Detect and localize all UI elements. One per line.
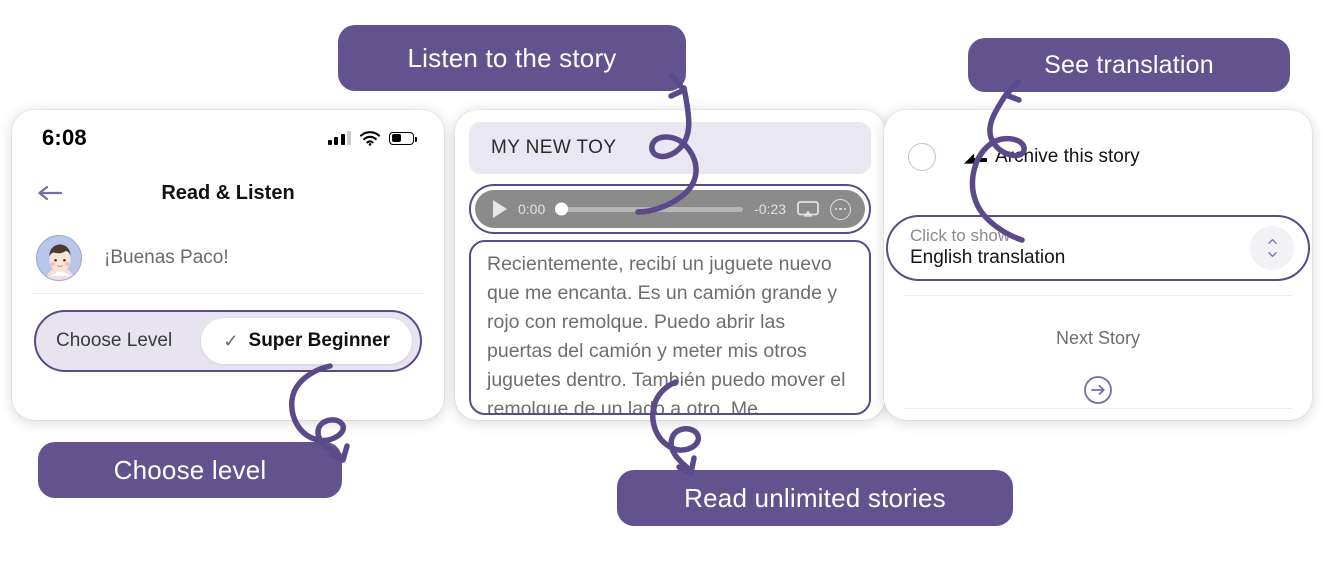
cellular-bars-icon (327, 131, 351, 145)
arrow-left-icon[interactable] (36, 183, 64, 203)
navigation-bar: Read & Listen (12, 166, 444, 220)
battery-icon (389, 131, 417, 145)
audio-progress-slider[interactable] (555, 202, 744, 216)
chevron-up-down-icon[interactable] (1250, 226, 1294, 270)
archive-story-row[interactable]: ◢▬ Archive this story (884, 132, 1312, 182)
audio-progress-knob[interactable] (555, 202, 569, 216)
divider (904, 295, 1292, 296)
choose-level-label: Choose Level (56, 330, 173, 351)
greeting-row: ¡Buenas Paco! (12, 227, 444, 289)
story-title: MY NEW TOY (491, 137, 617, 158)
more-options-icon[interactable] (830, 198, 851, 220)
status-clock: 6:08 (42, 125, 87, 150)
status-icon-group (327, 130, 417, 146)
play-icon[interactable] (493, 200, 507, 218)
callout-choose-level: Choose level (38, 442, 342, 498)
airplay-icon[interactable] (797, 200, 819, 218)
choose-level-row[interactable]: Choose Level ✓ Super Beginner (34, 310, 422, 372)
translation-text-group: Click to show English translation (910, 225, 1066, 270)
audio-player-highlight: 0:00 -0:23 (469, 184, 871, 234)
audio-remaining-time: -0:23 (754, 201, 786, 217)
divider (904, 408, 1292, 409)
archive-label-group: ◢▬ Archive this story (964, 146, 1140, 168)
arrow-right-circle-icon[interactable] (1083, 375, 1113, 405)
wifi-icon (360, 130, 380, 146)
phone-card-read-listen: 6:08 Read & Listen ¡Buenas Paco! Choose … (12, 110, 444, 420)
page-title: Read & Listen (161, 181, 295, 204)
callout-listen-to-the-story: Listen to the story (338, 25, 686, 91)
story-text-box[interactable]: Recientemente, recibí un juguete nuevo q… (469, 240, 871, 415)
phone-card-story: MY NEW TOY 0:00 -0:23 Recientemente, rec… (455, 110, 885, 420)
user-avatar[interactable] (36, 235, 82, 281)
next-story-label: Next Story (1055, 328, 1141, 348)
callout-read-unlimited-stories: Read unlimited stories (617, 470, 1013, 526)
story-title-bar: MY NEW TOY (469, 122, 871, 174)
translation-value: English translation (910, 247, 1066, 269)
audio-player[interactable]: 0:00 -0:23 (475, 190, 865, 228)
story-body-text: Recientemente, recibí un juguete nuevo q… (487, 253, 846, 415)
screenshot-stage: 6:08 Read & Listen ¡Buenas Paco! Choose … (0, 0, 1323, 562)
radio-unchecked-icon[interactable] (908, 143, 936, 171)
audio-current-time: 0:00 (518, 201, 546, 217)
phone-card-actions: ◢▬ Archive this story Click to show Engl… (884, 110, 1312, 420)
level-value: Super Beginner (248, 330, 390, 351)
greeting-text: ¡Buenas Paco! (104, 247, 229, 268)
translation-hint: Click to show (910, 225, 1011, 245)
level-value-pill[interactable]: ✓ Super Beginner (201, 318, 412, 364)
check-icon: ✓ (223, 330, 239, 351)
flag-icon: ◢▬ (964, 149, 987, 165)
divider (32, 293, 424, 294)
translation-selector[interactable]: Click to show English translation (886, 215, 1310, 281)
callout-see-translation: See translation (968, 38, 1290, 92)
archive-label: Archive this story (995, 146, 1140, 167)
status-bar: 6:08 (12, 110, 444, 166)
